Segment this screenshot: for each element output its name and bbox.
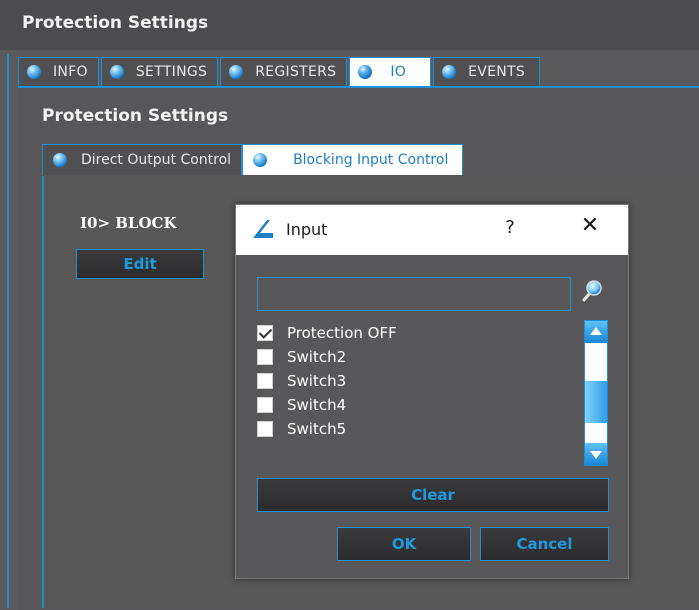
tab-registers[interactable]: REGISTERS (220, 57, 348, 86)
close-icon[interactable]: ✕ (578, 213, 602, 238)
input-dialog: Input ? ✕ Protection OFF Switch2 Switch3 (235, 204, 629, 579)
led-icon (442, 65, 457, 79)
item-label: Protection OFF (287, 324, 397, 342)
block-label: I0> BLOCK (80, 214, 177, 232)
dialog-title: Input (286, 220, 328, 239)
scroll-down-icon[interactable] (585, 443, 607, 465)
panel-title: Protection Settings (42, 106, 229, 126)
led-icon (358, 65, 373, 79)
tab-label: EVENTS (468, 64, 526, 80)
header-bar: Protection Settings (0, 0, 699, 50)
search-input[interactable] (257, 277, 571, 311)
app-logo-icon (253, 220, 273, 238)
scroll-up-icon[interactable] (585, 321, 607, 343)
checkbox[interactable] (257, 349, 273, 365)
frame-border (7, 54, 9, 608)
main-tabbar: INFO SETTINGS REGISTERS IO EVENTS (18, 57, 542, 87)
item-label: Switch3 (287, 372, 347, 390)
cancel-button[interactable]: Cancel (480, 527, 609, 561)
item-label: Switch2 (287, 348, 347, 366)
tab-io[interactable]: IO (349, 57, 432, 86)
list-item[interactable]: Protection OFF (257, 321, 573, 345)
tab-label: SETTINGS (135, 64, 208, 80)
tab-label: Blocking Input Control (293, 152, 449, 168)
checkbox[interactable] (257, 373, 273, 389)
item-label: Switch4 (287, 396, 347, 414)
scrollbar-thumb[interactable] (585, 381, 607, 423)
list-item[interactable]: Switch3 (257, 369, 573, 393)
help-icon[interactable]: ? (500, 217, 520, 238)
led-icon (253, 153, 268, 167)
inner-frame-border (42, 176, 44, 608)
tab-label: IO (390, 64, 407, 80)
tab-label: Direct Output Control (81, 152, 232, 168)
tab-info[interactable]: INFO (18, 57, 99, 86)
led-icon (27, 65, 41, 79)
tab-label: INFO (53, 64, 88, 80)
led-icon (109, 65, 124, 79)
sub-tabbar: Direct Output Control Blocking Input Con… (42, 144, 464, 176)
tab-events[interactable]: EVENTS (433, 57, 541, 86)
led-icon (229, 65, 244, 79)
page-title: Protection Settings (22, 13, 209, 33)
list-item[interactable]: Switch2 (257, 345, 573, 369)
checkbox-checked[interactable] (257, 325, 273, 341)
checkbox[interactable] (257, 397, 273, 413)
list-scrollbar[interactable] (584, 320, 608, 466)
tab-direct-output-control[interactable]: Direct Output Control (42, 144, 243, 175)
ok-button[interactable]: OK (337, 527, 471, 561)
tab-settings[interactable]: SETTINGS (100, 57, 219, 86)
edit-button[interactable]: Edit (76, 249, 204, 279)
list-item[interactable]: Switch5 (257, 417, 573, 441)
clear-button[interactable]: Clear (257, 478, 609, 512)
dialog-header: Input ? ✕ (236, 205, 628, 255)
tab-label: REGISTERS (255, 64, 337, 80)
list-item[interactable]: Switch4 (257, 393, 573, 417)
checkbox[interactable] (257, 421, 273, 437)
led-icon (53, 153, 67, 167)
item-label: Switch5 (287, 420, 347, 438)
tab-blocking-input-control[interactable]: Blocking Input Control (242, 144, 464, 175)
input-list: Protection OFF Switch2 Switch3 Switch4 S… (257, 321, 573, 471)
search-icon[interactable] (581, 279, 603, 303)
